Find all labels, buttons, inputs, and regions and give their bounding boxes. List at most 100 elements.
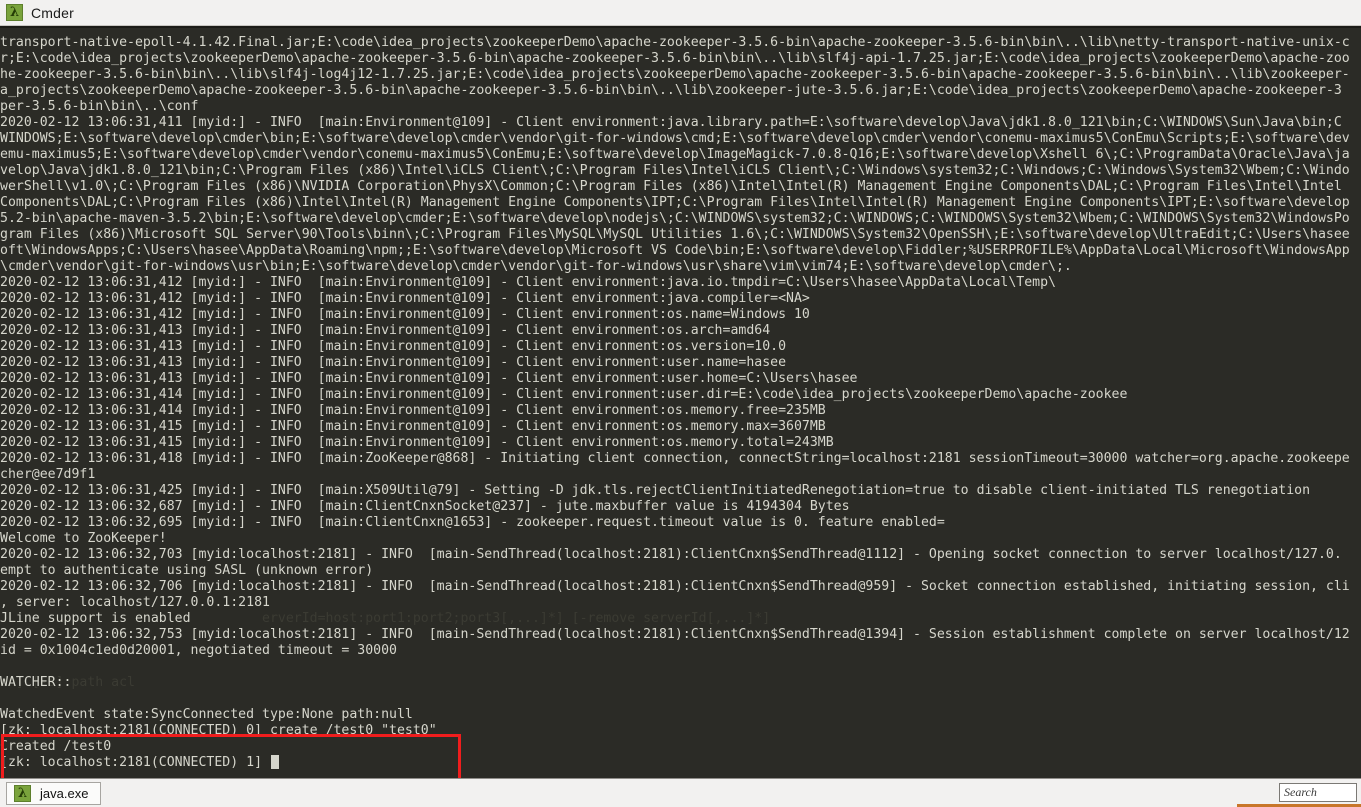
console-line-text: velop\Java\jdk1.8.0_121\bin;C:\Program F… bbox=[0, 163, 1350, 178]
cmder-window: λ Cmder transport-native-epoll-4.1.42.Fi… bbox=[0, 0, 1361, 807]
tab-lambda-icon: λ bbox=[14, 784, 31, 802]
console-line-text: 2020-02-12 13:06:32,706 [myid:localhost:… bbox=[0, 579, 1350, 594]
console-line: 2020-02-12 13:06:32,687 [myid:] - INFO [… bbox=[0, 499, 1361, 515]
console-line: 2020-02-12 13:06:31,413 [myid:] - INFO [… bbox=[0, 323, 1361, 339]
console-line-text: id = 0x1004c1ed0d20001, negotiated timeo… bbox=[0, 643, 397, 658]
console-line: 2020-02-12 13:06:31,413 [myid:] - INFO [… bbox=[0, 339, 1361, 355]
console-line: 2020-02-12 13:06:31,415 [myid:] - INFO [… bbox=[0, 419, 1361, 435]
console-line: 2020-02-12 13:06:32,703 [myid:localhost:… bbox=[0, 547, 1361, 563]
console-line-text: r;E:\code\idea_projects\zookeeperDemo\ap… bbox=[0, 51, 1350, 66]
console-line-text: Components\DAL;C:\Program Files (x86)\In… bbox=[0, 195, 1350, 210]
console-line-text: a_projects\zookeeperDemo\apache-zookeepe… bbox=[0, 83, 1342, 98]
terminal-cursor bbox=[270, 755, 279, 769]
console-line bbox=[0, 659, 1361, 675]
console-line-text: 2020-02-12 13:06:31,414 [myid:] - INFO [… bbox=[0, 387, 1128, 402]
terminal-console[interactable]: transport-native-epoll-4.1.42.Final.jar;… bbox=[0, 26, 1361, 778]
console-line: id = 0x1004c1ed0d20001, negotiated timeo… bbox=[0, 643, 1361, 659]
tab-strip: λ java.exe bbox=[6, 781, 102, 805]
tab-java-exe[interactable]: λ java.exe bbox=[6, 781, 102, 805]
console-line-text: 2020-02-12 13:06:32,703 [myid:localhost:… bbox=[0, 547, 1342, 562]
search-box[interactable] bbox=[1279, 783, 1357, 802]
console-line-text: empt to authenticate using SASL (unknown… bbox=[0, 563, 374, 578]
console-line-text: JLine support is enabled bbox=[0, 611, 191, 626]
console-line-text: Welcome to ZooKeeper! bbox=[0, 531, 167, 546]
console-line-text: 2020-02-12 13:06:31,418 [myid:] - INFO [… bbox=[0, 451, 1350, 466]
status-bar: λ java.exe bbox=[0, 778, 1361, 807]
console-line: he-zookeeper-3.5.6-bin\bin\..\lib\slf4j-… bbox=[0, 67, 1361, 83]
console-line: werShell\v1.0\;C:\Program Files (x86)\NV… bbox=[0, 179, 1361, 195]
console-line-text: WATCHER:: bbox=[0, 675, 72, 690]
console-line: 2020-02-12 13:06:31,413 [myid:] - INFO [… bbox=[0, 355, 1361, 371]
console-line-text: WINDOWS;E:\software\develop\cmder\bin;E:… bbox=[0, 131, 1350, 146]
console-line: 2020-02-12 13:06:32,753 [myid:localhost:… bbox=[0, 627, 1361, 643]
console-line: a_projects\zookeeperDemo\apache-zookeepe… bbox=[0, 83, 1361, 99]
console-line: gram Files (x86)\Microsoft SQL Server\90… bbox=[0, 227, 1361, 243]
console-line-text bbox=[0, 659, 8, 674]
console-line: WINDOWS;E:\software\develop\cmder\bin;E:… bbox=[0, 131, 1361, 147]
console-line: WatchedEvent state:SyncConnected type:No… bbox=[0, 707, 1361, 723]
tab-label: java.exe bbox=[40, 785, 89, 801]
console-line: 2020-02-12 13:06:31,414 [myid:] - INFO [… bbox=[0, 387, 1361, 403]
console-line-text: 2020-02-12 13:06:31,412 [myid:] - INFO [… bbox=[0, 307, 810, 322]
console-line-text: [zk: localhost:2181(CONNECTED) 1] bbox=[0, 755, 270, 770]
console-line bbox=[0, 691, 1361, 707]
console-line: empt to authenticate using SASL (unknown… bbox=[0, 563, 1361, 579]
console-line-text: 2020-02-12 13:06:31,413 [myid:] - INFO [… bbox=[0, 371, 858, 386]
console-line: on] [-s] path acl WATCHER:: bbox=[0, 675, 1361, 691]
console-line-text: 5.2-bin\apache-maven-3.5.2\bin;E:\softwa… bbox=[0, 211, 1350, 226]
console-line: 2020-02-12 13:06:31,412 [myid:] - INFO [… bbox=[0, 275, 1361, 291]
console-line: 2020-02-12 13:06:31,413 [myid:] - INFO [… bbox=[0, 371, 1361, 387]
title-bar: λ Cmder bbox=[0, 0, 1361, 26]
console-line: 2020-02-12 13:06:31,411 [myid:] - INFO [… bbox=[0, 115, 1361, 131]
console-line: Components\DAL;C:\Program Files (x86)\In… bbox=[0, 195, 1361, 211]
console-line-text: per-3.5.6-bin\bin\..\conf bbox=[0, 99, 199, 114]
console-line: 2020-02-12 13:06:31,412 [myid:] - INFO [… bbox=[0, 307, 1361, 323]
search-input[interactable] bbox=[1284, 785, 1356, 800]
console-line-text: 2020-02-12 13:06:31,415 [myid:] - INFO [… bbox=[0, 435, 834, 450]
console-line: 2020-02-12 13:06:31,425 [myid:] - INFO [… bbox=[0, 483, 1361, 499]
console-line-text: 2020-02-12 13:06:32,695 [myid:] - INFO [… bbox=[0, 515, 945, 530]
console-line-text: 2020-02-12 13:06:31,411 [myid:] - INFO [… bbox=[0, 115, 1342, 130]
console-line-text: 2020-02-12 13:06:31,412 [myid:] - INFO [… bbox=[0, 291, 810, 306]
console-line-text: 2020-02-12 13:06:31,425 [myid:] - INFO [… bbox=[0, 483, 1311, 498]
console-line-text: 2020-02-12 13:06:31,413 [myid:] - INFO [… bbox=[0, 339, 787, 354]
console-line-text: emu-maximus5;E:\software\develop\cmder\v… bbox=[0, 147, 1350, 162]
console-line: oft\WindowsApps;C:\Users\hasee\AppData\R… bbox=[0, 243, 1361, 259]
console-line: , server: localhost/127.0.0.1:2181 bbox=[0, 595, 1361, 611]
cmder-lambda-icon: λ bbox=[6, 4, 23, 21]
console-line-text: , server: localhost/127.0.0.1:2181 bbox=[0, 595, 270, 610]
console-line-text: cher@ee7d9f1 bbox=[0, 467, 96, 482]
console-line: 2020-02-12 13:06:32,695 [myid:] - INFO [… bbox=[0, 515, 1361, 531]
console-line: transport-native-epoll-4.1.42.Final.jar;… bbox=[0, 35, 1361, 51]
console-output: transport-native-epoll-4.1.42.Final.jar;… bbox=[0, 35, 1361, 771]
console-line-text: 2020-02-12 13:06:31,413 [myid:] - INFO [… bbox=[0, 323, 771, 338]
console-line-text: WatchedEvent state:SyncConnected type:No… bbox=[0, 707, 413, 722]
console-line: 2020-02-12 13:06:31,415 [myid:] - INFO [… bbox=[0, 435, 1361, 451]
console-line: Created /test0 bbox=[0, 739, 1361, 755]
console-line-text: transport-native-epoll-4.1.42.Final.jar;… bbox=[0, 35, 1350, 50]
console-line: per-3.5.6-bin\bin\..\conf bbox=[0, 99, 1361, 115]
console-line-text: \cmder\vendor\git-for-windows\usr\bin;E:… bbox=[0, 259, 1072, 274]
console-line-text: 2020-02-12 13:06:32,687 [myid:] - INFO [… bbox=[0, 499, 850, 514]
console-line: [zk: localhost:2181(CONNECTED) 1] bbox=[0, 755, 1361, 771]
console-line-text: he-zookeeper-3.5.6-bin\bin\..\lib\slf4j-… bbox=[0, 67, 1350, 82]
console-line: velop\Java\jdk1.8.0_121\bin;C:\Program F… bbox=[0, 163, 1361, 179]
console-line-text: 2020-02-12 13:06:31,415 [myid:] - INFO [… bbox=[0, 419, 826, 434]
console-line: erverId=host:port1:port2;port3[,...]*] [… bbox=[0, 611, 1361, 627]
console-line: 2020-02-12 13:06:31,418 [myid:] - INFO [… bbox=[0, 451, 1361, 467]
console-line-text: oft\WindowsApps;C:\Users\hasee\AppData\R… bbox=[0, 243, 1350, 258]
console-line-text: 2020-02-12 13:06:31,413 [myid:] - INFO [… bbox=[0, 355, 787, 370]
console-line-text: 2020-02-12 13:06:31,412 [myid:] - INFO [… bbox=[0, 275, 1056, 290]
console-line: cher@ee7d9f1 bbox=[0, 467, 1361, 483]
console-line-text: gram Files (x86)\Microsoft SQL Server\90… bbox=[0, 227, 1350, 242]
console-line-text: Created /test0 bbox=[0, 739, 112, 754]
console-line: 2020-02-12 13:06:31,412 [myid:] - INFO [… bbox=[0, 291, 1361, 307]
console-line: 5.2-bin\apache-maven-3.5.2\bin;E:\softwa… bbox=[0, 211, 1361, 227]
console-line: emu-maximus5;E:\software\develop\cmder\v… bbox=[0, 147, 1361, 163]
console-line: r;E:\code\idea_projects\zookeeperDemo\ap… bbox=[0, 51, 1361, 67]
window-title: Cmder bbox=[31, 4, 75, 21]
console-line-text: 2020-02-12 13:06:31,414 [myid:] - INFO [… bbox=[0, 403, 826, 418]
console-line-text: 2020-02-12 13:06:32,753 [myid:localhost:… bbox=[0, 627, 1350, 642]
console-line: 2020-02-12 13:06:32,706 [myid:localhost:… bbox=[0, 579, 1361, 595]
console-line: [zk: localhost:2181(CONNECTED) 0] create… bbox=[0, 723, 1361, 739]
